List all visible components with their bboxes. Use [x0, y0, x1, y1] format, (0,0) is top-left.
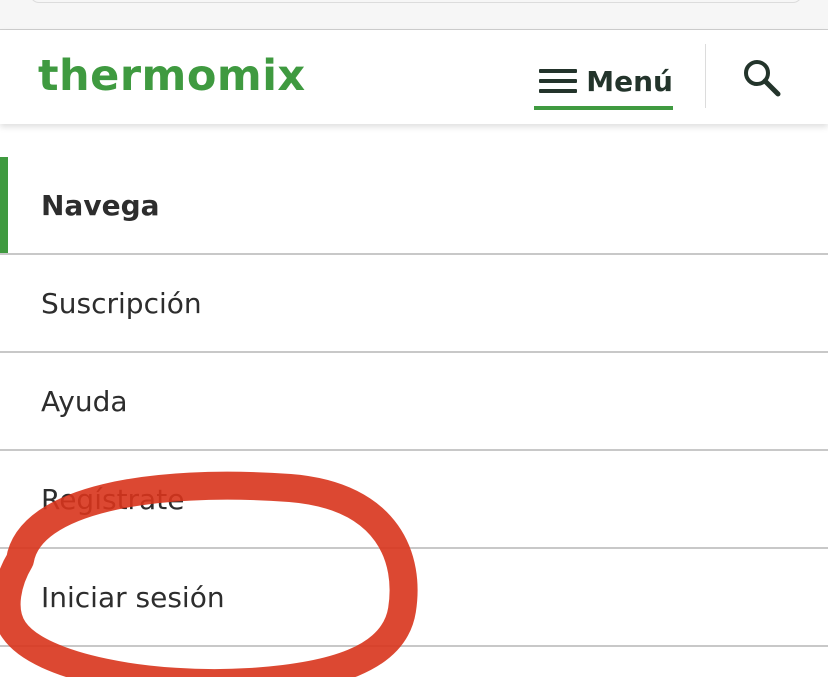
- menu-item-registrate[interactable]: Regístrate: [0, 451, 828, 549]
- menu-item-iniciar-sesion[interactable]: Iniciar sesión: [0, 549, 828, 647]
- menu-item-label: Iniciar sesión: [41, 580, 225, 614]
- address-bar-edge: [30, 0, 802, 3]
- menu-item-label: Navega: [41, 188, 160, 222]
- menu-button[interactable]: Menú: [534, 56, 673, 110]
- thermomix-logo[interactable]: thermomix: [38, 46, 306, 106]
- search-button[interactable]: [740, 56, 784, 100]
- search-icon: [744, 60, 781, 97]
- menu-item-label: Regístrate: [41, 482, 185, 516]
- header-divider: [705, 44, 706, 108]
- hamburger-icon: [539, 69, 577, 93]
- navigation-menu-list: Navega Suscripción Ayuda Regístrate Inic…: [0, 157, 828, 647]
- menu-item-label: Suscripción: [41, 286, 202, 320]
- menu-item-label: Ayuda: [41, 384, 128, 418]
- menu-item-suscripcion[interactable]: Suscripción: [0, 255, 828, 353]
- browser-top-strip: [0, 0, 828, 30]
- menu-label: Menú: [586, 64, 673, 98]
- menu-item-ayuda[interactable]: Ayuda: [0, 353, 828, 451]
- menu-item-navega[interactable]: Navega: [0, 157, 828, 255]
- site-header: thermomix Menú: [0, 30, 828, 124]
